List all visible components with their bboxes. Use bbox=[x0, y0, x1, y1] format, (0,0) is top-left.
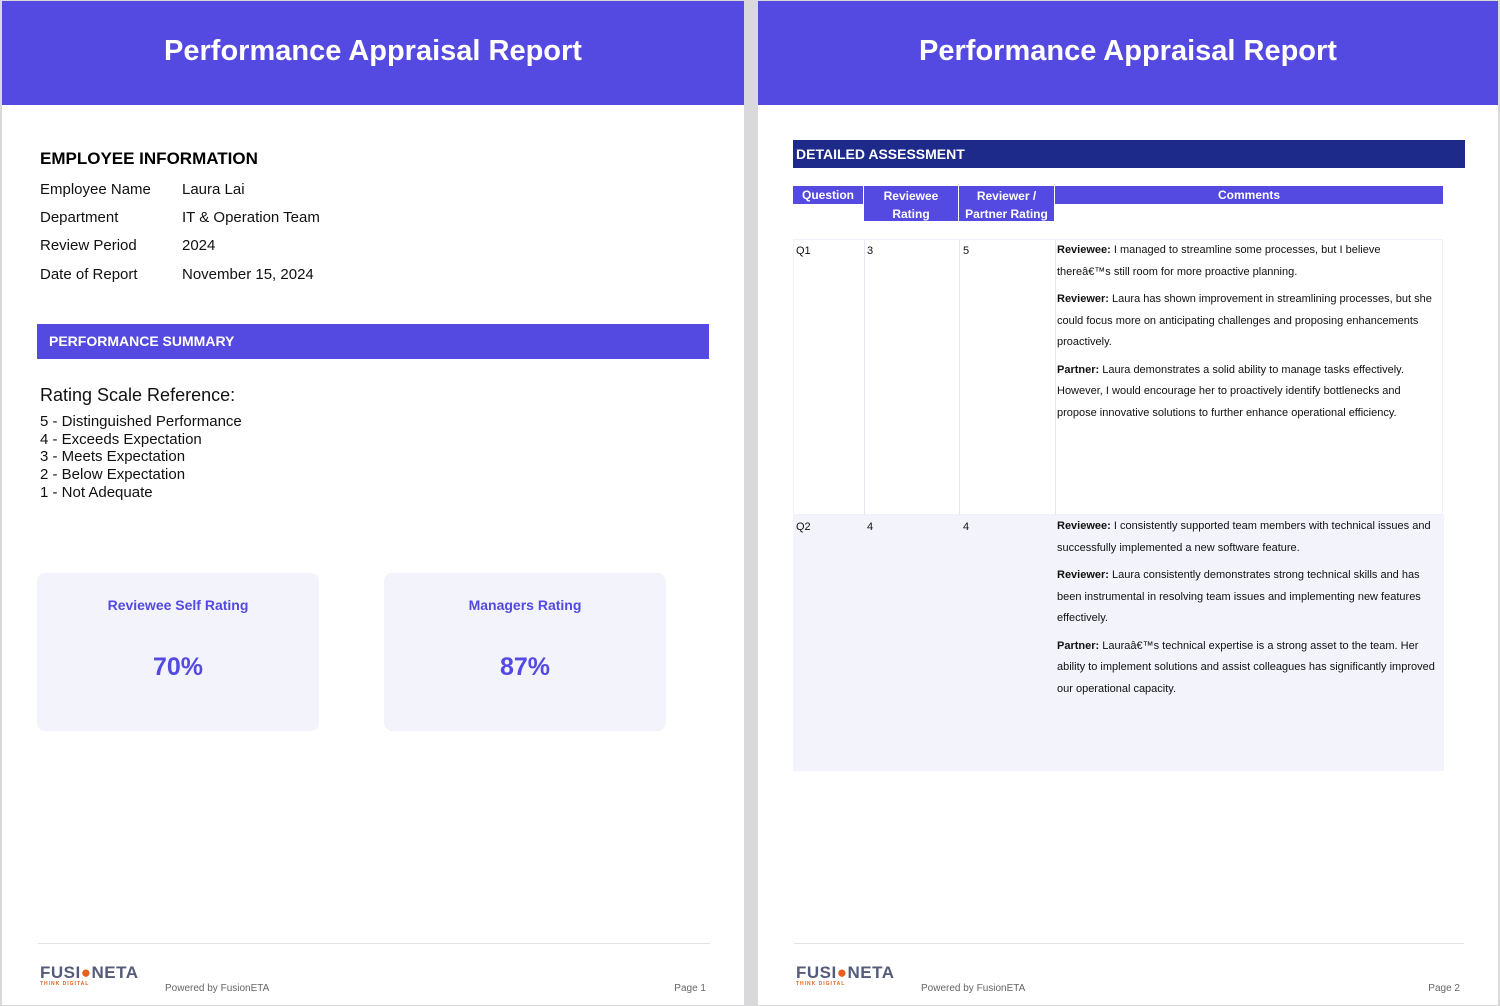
comment-text: Lauraâ€™s technical expertise is a stron… bbox=[1057, 639, 1435, 695]
card-value: 87% bbox=[499, 653, 551, 681]
performance-summary-bar: PERFORMANCE SUMMARY bbox=[37, 324, 709, 359]
footer-divider bbox=[38, 943, 710, 944]
employee-info-heading: EMPLOYEE INFORMATION bbox=[40, 149, 258, 168]
card-title: Managers Rating bbox=[468, 597, 582, 613]
col-comments: Comments bbox=[1055, 186, 1443, 204]
info-label: Review Period bbox=[40, 237, 137, 254]
comment-text: Laura consistently demonstrates strong t… bbox=[1057, 569, 1421, 624]
comment-author: Reviewer: bbox=[1057, 569, 1109, 581]
info-label: Department bbox=[40, 209, 119, 226]
card-title: Reviewee Self Rating bbox=[107, 597, 249, 613]
info-value: November 15, 2024 bbox=[182, 266, 314, 283]
info-row: Review Period 2024 bbox=[40, 237, 215, 254]
info-row: Employee Name Laura Lai bbox=[40, 181, 245, 198]
info-value: IT & Operation Team bbox=[182, 209, 320, 226]
page-1: Performance Appraisal Report EMPLOYEE IN… bbox=[2, 1, 744, 1005]
comment-author: Reviewer: bbox=[1057, 293, 1109, 305]
comment-text: Laura demonstrates a solid ability to ma… bbox=[1057, 363, 1404, 419]
reviewee-rating: 4 bbox=[867, 521, 874, 533]
scale-item: 4 - Exceeds Expectation bbox=[40, 430, 202, 448]
comments: Reviewee: I managed to streamline some p… bbox=[1057, 240, 1437, 430]
comment-text: Laura has shown improvement in streamlin… bbox=[1057, 293, 1432, 348]
scale-item: 3 - Meets Expectation bbox=[40, 448, 186, 466]
scale-item: 2 - Below Expectation bbox=[40, 466, 186, 484]
question-id: Q1 bbox=[796, 245, 811, 257]
fusioneta-logo: FUSI●NETA THINK DIGITAL bbox=[796, 963, 895, 987]
card-value: 70% bbox=[152, 653, 204, 681]
comment-author: Reviewee: bbox=[1057, 520, 1111, 532]
info-label: Date of Report bbox=[40, 266, 138, 283]
col-reviewee-rating: Reviewee Rating bbox=[864, 186, 958, 221]
report-title: Performance Appraisal Report bbox=[758, 1, 1498, 105]
info-row: Date of Report November 15, 2024 bbox=[40, 266, 314, 283]
info-value: 2024 bbox=[182, 237, 216, 254]
comments: Reviewee: I consistently supported team … bbox=[1057, 516, 1437, 706]
self-rating-card: Reviewee Self Rating 70% bbox=[37, 573, 319, 731]
comment-text: I consistently supported team members wi… bbox=[1057, 520, 1431, 554]
info-label: Employee Name bbox=[40, 181, 151, 198]
question-id: Q2 bbox=[796, 521, 811, 533]
report-title: Performance Appraisal Report bbox=[2, 1, 744, 105]
page-2: Performance Appraisal Report DETAILED AS… bbox=[758, 1, 1498, 1005]
reviewer-rating: 4 bbox=[963, 521, 970, 533]
info-value: Laura Lai bbox=[182, 181, 245, 198]
powered-by: Powered by FusionETA bbox=[165, 983, 270, 994]
powered-by: Powered by FusionETA bbox=[921, 983, 1026, 994]
reviewee-rating: 3 bbox=[867, 245, 874, 257]
fusioneta-logo: FUSI●NETA THINK DIGITAL bbox=[40, 963, 139, 987]
comment-author: Partner: bbox=[1057, 363, 1100, 376]
footer-divider bbox=[794, 943, 1464, 944]
comment-author: Partner: bbox=[1057, 639, 1100, 652]
rating-scale-title: Rating Scale Reference: bbox=[40, 385, 236, 405]
info-row: Department IT & Operation Team bbox=[40, 209, 320, 226]
manager-rating-card: Managers Rating 87% bbox=[384, 573, 666, 731]
detailed-assessment-bar: DETAILED ASSESSMENT bbox=[793, 140, 1465, 168]
col-question: Question bbox=[793, 186, 863, 204]
col-reviewer-rating: Reviewer / Partner Rating bbox=[959, 186, 1054, 221]
page-number: Page 1 bbox=[674, 983, 706, 994]
page-number: Page 2 bbox=[1428, 983, 1460, 994]
scale-item: 1 - Not Adequate bbox=[40, 483, 153, 501]
scale-item: 5 - Distinguished Performance bbox=[40, 413, 242, 430]
comment-author: Reviewee: bbox=[1057, 244, 1111, 256]
rating-scale-list: 5 - Distinguished Performance 4 - Exceed… bbox=[40, 413, 242, 502]
reviewer-rating: 5 bbox=[963, 245, 970, 257]
